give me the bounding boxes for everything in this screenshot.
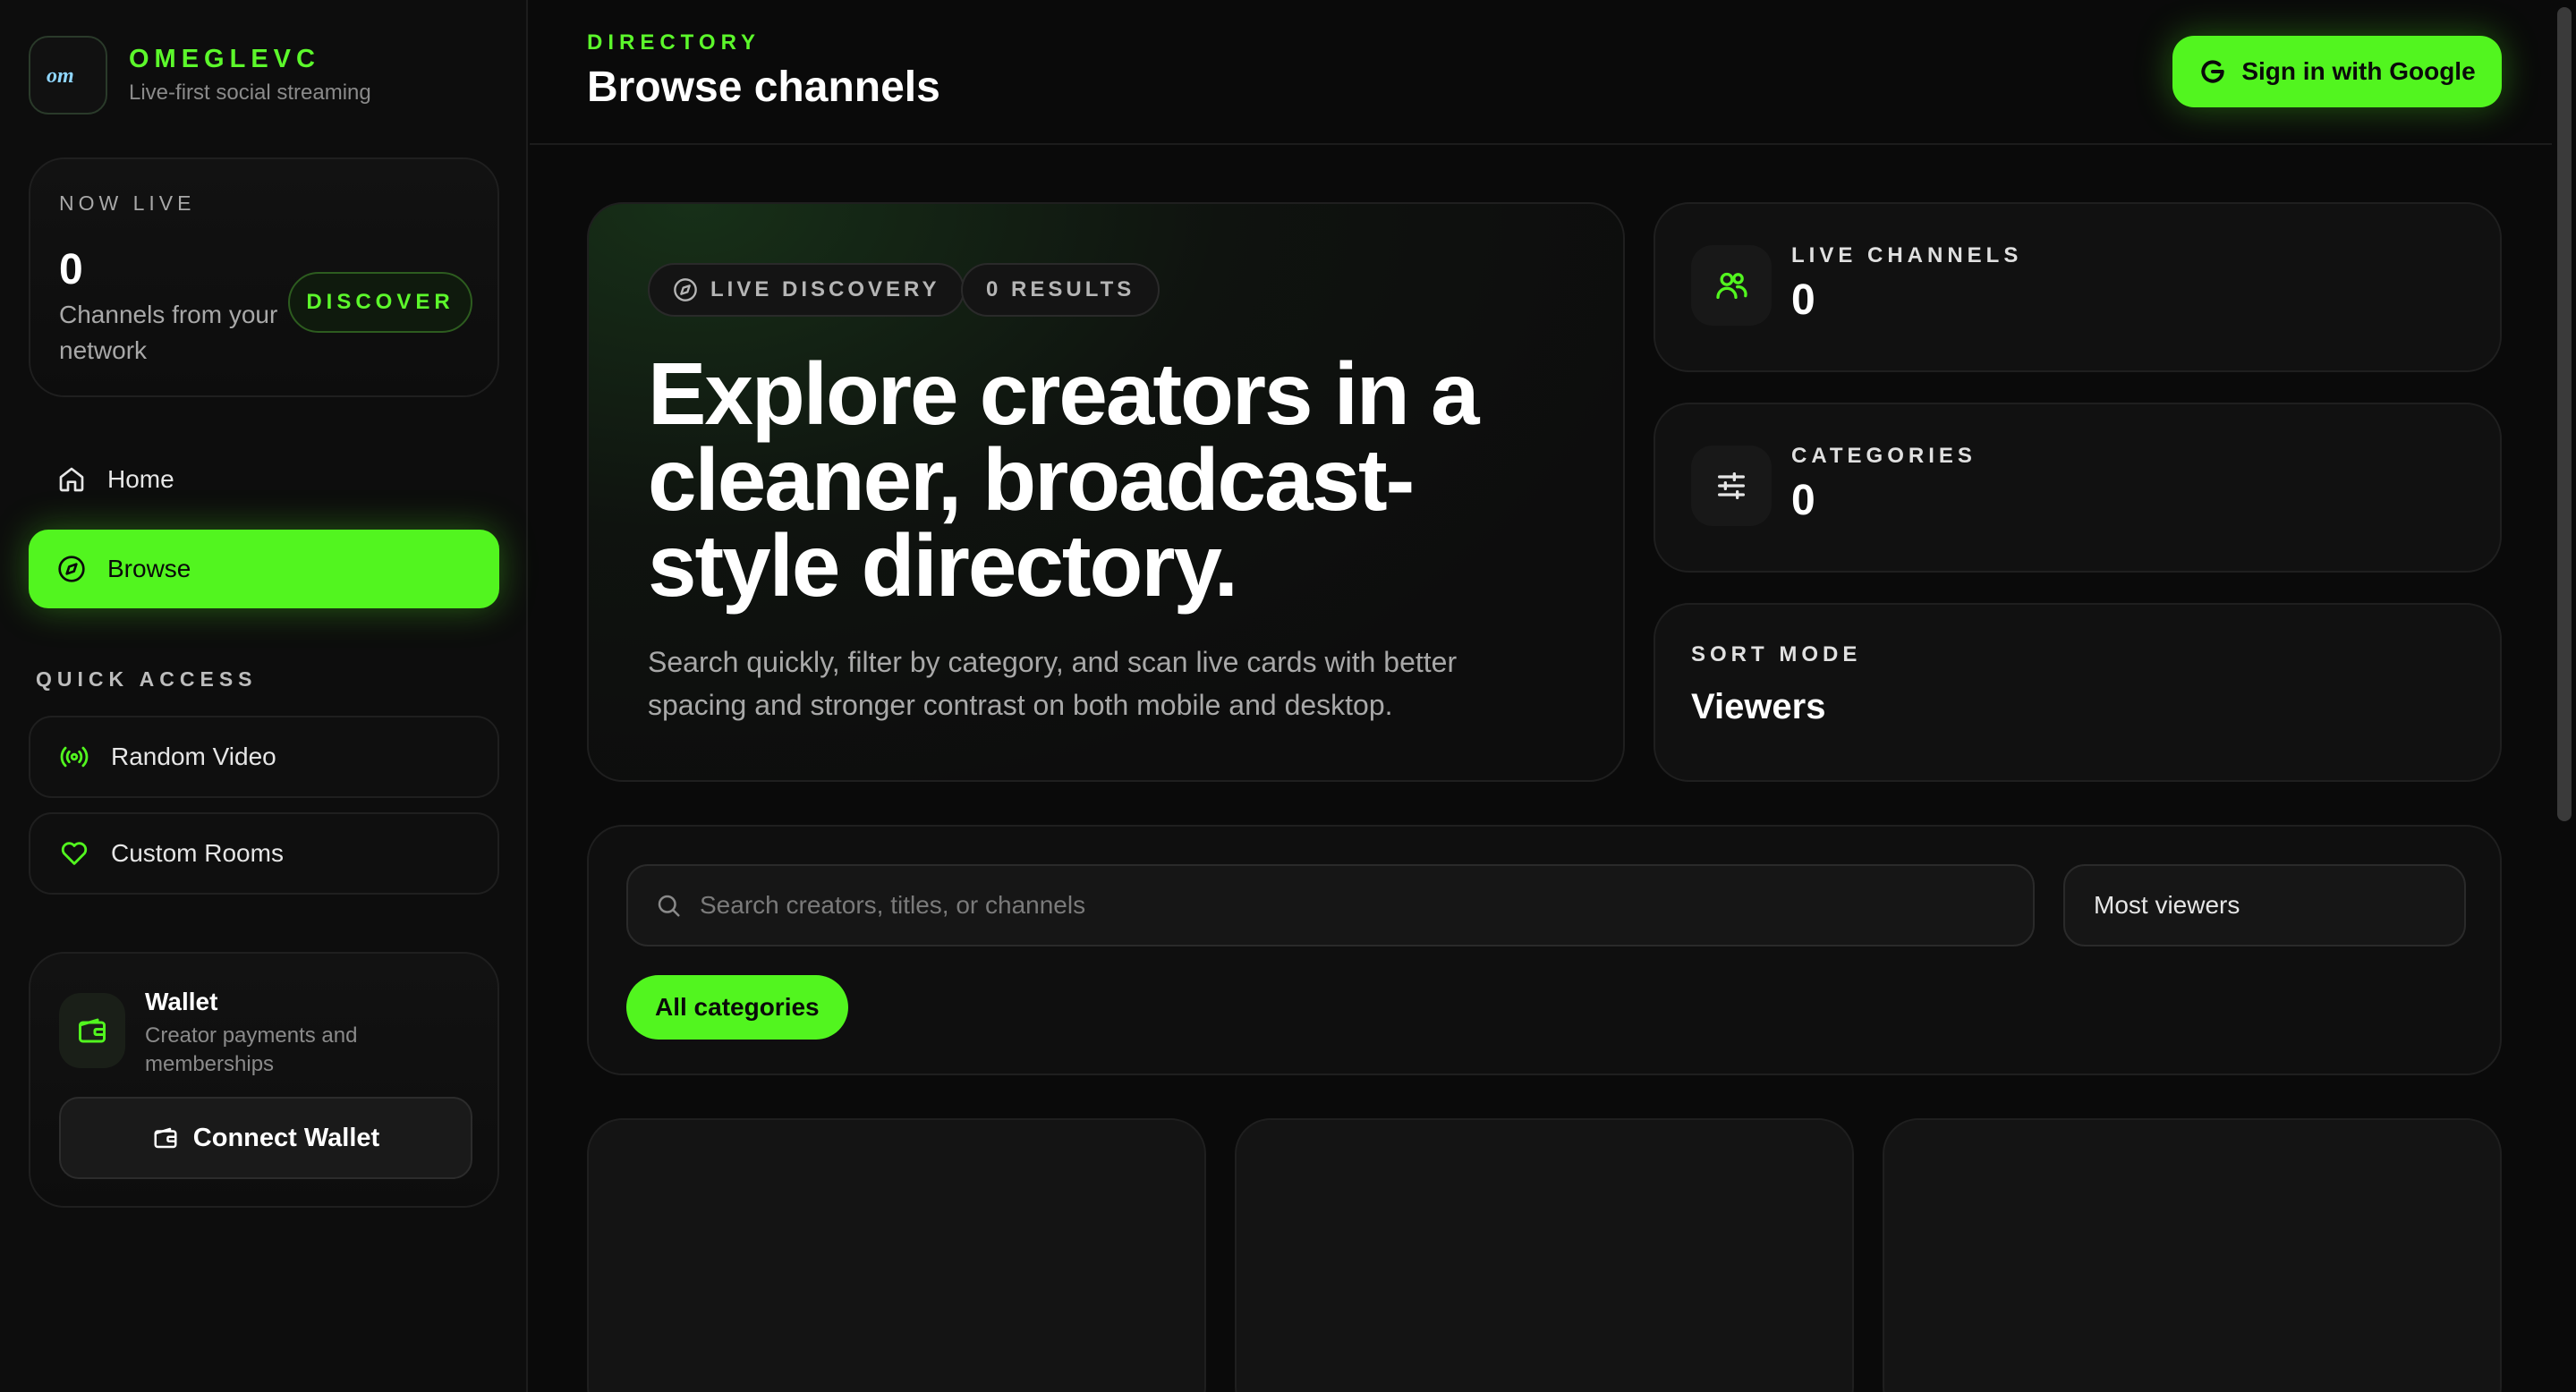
now-live-count: 0 [59, 246, 83, 293]
now-live-card: NOW LIVE 0 Channels from your network DI… [29, 157, 499, 397]
broadcast-icon [60, 746, 89, 768]
quick-access-random-video[interactable]: Random Video [29, 716, 499, 798]
page-title: Browse channels [587, 64, 940, 111]
wallet-icon-box [59, 993, 125, 1068]
search-box[interactable] [626, 864, 2035, 946]
sort-mode-value: Viewers [1691, 687, 1826, 726]
logo-mark-icon: om [47, 64, 74, 88]
sign-in-google-button[interactable]: Sign in with Google [2172, 36, 2502, 107]
compass-small-icon [674, 278, 697, 301]
custom-rooms-label: Custom Rooms [111, 839, 284, 867]
scrollbar-thumb[interactable] [2557, 7, 2572, 821]
search-input[interactable] [700, 891, 2033, 920]
wallet-description: Creator payments and memberships [145, 1023, 358, 1076]
home-icon [59, 467, 84, 492]
nav-home-label: Home [107, 465, 174, 493]
page-header: DIRECTORY Browse channels Sign in with G… [530, 0, 2552, 145]
page-scrollbar[interactable] [2552, 0, 2576, 1392]
connect-wallet-label: Connect Wallet [192, 1123, 380, 1152]
compass-icon [58, 556, 85, 582]
now-live-label: NOW LIVE [59, 191, 196, 215]
brand-name: OMEGLEVC [129, 45, 320, 73]
stat-categories: CATEGORIES 0 [1654, 403, 2502, 573]
results-count-pill: 0 RESULTS [961, 263, 1160, 317]
google-icon [2201, 60, 2225, 83]
categories-label: CATEGORIES [1791, 444, 1977, 468]
stat-live-channels: LIVE CHANNELS 0 [1654, 202, 2502, 372]
nav-browse-label: Browse [107, 555, 191, 582]
sort-select-value: Most viewers [2094, 891, 2240, 919]
connect-wallet-button[interactable]: Connect Wallet [59, 1097, 472, 1179]
search-icon [658, 895, 680, 917]
sidebar: om OMEGLEVC Live-first social streaming … [0, 0, 528, 1392]
wallet-icon [79, 1018, 106, 1043]
hero-title: Explore creators in a cleaner, broadcast… [648, 344, 1480, 615]
categories-value: 0 [1791, 477, 1815, 524]
hero-card: LIVE DISCOVERY 0 RESULTS Explore creator… [587, 202, 1625, 782]
stat-sort-mode: SORT MODE Viewers [1654, 603, 2502, 782]
discover-button[interactable]: DISCOVER [288, 272, 472, 333]
section-label: DIRECTORY [587, 30, 761, 55]
sort-select[interactable]: Most viewers [2063, 864, 2466, 946]
channel-card-placeholder [1883, 1118, 2502, 1392]
nav-item-browse[interactable]: Browse [29, 530, 499, 608]
svg-text:om: om [47, 64, 74, 88]
now-live-description: Channels from your network [59, 301, 278, 364]
quick-access-custom-rooms[interactable]: Custom Rooms [29, 812, 499, 895]
wallet-card: Wallet Creator payments and memberships … [29, 952, 499, 1208]
hero-description: Search quickly, filter by category, and … [648, 646, 1458, 721]
users-icon [1716, 272, 1747, 299]
wallet-title: Wallet [145, 988, 218, 1015]
quick-access-label: QUICK ACCESS [36, 667, 258, 691]
category-chip-all[interactable]: All categories [626, 975, 848, 1040]
category-chip-label: All categories [655, 993, 820, 1021]
brand-tagline: Live-first social streaming [129, 81, 371, 105]
channel-card-placeholder [1235, 1118, 1854, 1392]
live-discovery-pill: LIVE DISCOVERY [648, 263, 965, 317]
sign-in-google-label: Sign in with Google [2241, 57, 2476, 85]
live-discovery-label: LIVE DISCOVERY [710, 277, 940, 301]
random-video-label: Random Video [111, 743, 276, 770]
nav-item-home[interactable]: Home [29, 440, 499, 519]
wallet-small-icon [154, 1127, 177, 1149]
heart-icon [61, 842, 88, 865]
live-channels-value: 0 [1791, 276, 1815, 324]
sort-mode-label: SORT MODE [1691, 642, 1862, 666]
filter-panel: Most viewers All categories [587, 825, 2502, 1075]
app-root: om OMEGLEVC Live-first social streaming … [0, 0, 2576, 1392]
brand-logo[interactable]: om [29, 36, 107, 115]
live-channels-label: LIVE CHANNELS [1791, 243, 2023, 267]
sliders-icon-box [1691, 446, 1772, 526]
users-icon-box [1691, 245, 1772, 326]
channel-card-placeholder [587, 1118, 1206, 1392]
sliders-icon [1718, 472, 1745, 499]
results-count-label: 0 RESULTS [986, 277, 1135, 301]
